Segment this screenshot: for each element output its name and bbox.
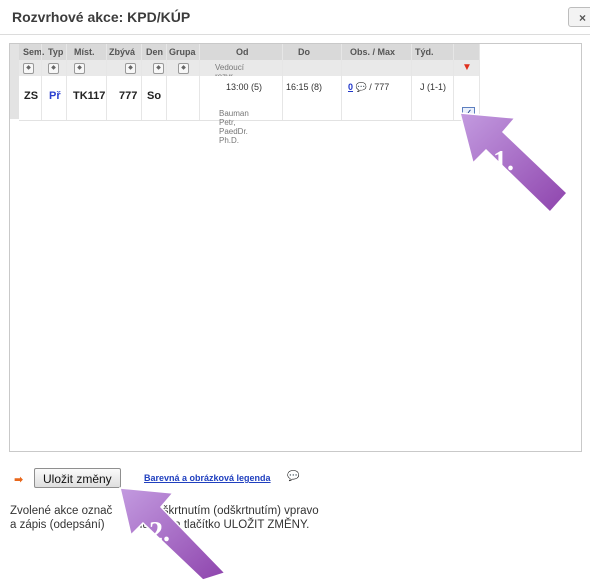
col-divider [166, 44, 167, 120]
legend-link[interactable]: Barevná a obrázková legenda [144, 473, 271, 483]
cell-zbyva: 777 [119, 90, 138, 102]
sort-mist-icon[interactable]: ◆ [74, 63, 85, 74]
enrolled-count-link[interactable]: 0 [348, 82, 353, 92]
table-header-row: Sem. Typ Míst. Zbývá Den Grupa Od Do Obs… [19, 44, 479, 60]
cell-od: 13:00 (5) [226, 82, 263, 92]
col-divider [66, 44, 67, 120]
close-button[interactable]: × [568, 7, 590, 27]
col-divider [341, 44, 342, 120]
header-od: Od [236, 47, 249, 57]
col-divider [453, 44, 454, 120]
sort-den-icon[interactable]: ◆ [153, 63, 164, 74]
sort-row [19, 60, 479, 76]
cell-do: 16:15 (8) [286, 82, 323, 92]
header-tyd: Týd. [415, 47, 434, 57]
callout-2-label: 2. [149, 517, 170, 548]
select-all-arrow-icon[interactable]: ▼ [462, 62, 472, 73]
header-mist: Míst. [74, 47, 95, 57]
header-grupa: Grupa [169, 47, 196, 57]
col-divider [106, 44, 107, 120]
dialog-title: Rozvrhové akce: KPD/KÚP [12, 9, 191, 25]
col-divider [41, 44, 42, 120]
callout-1-label: 1. [493, 146, 514, 177]
cell-obs-max: 0 💬 / 777 [348, 82, 389, 93]
cell-typ: Př [49, 90, 61, 102]
sort-sem-icon[interactable]: ◆ [23, 63, 34, 74]
save-changes-button[interactable]: Uložit změny [34, 468, 121, 488]
comment-bubble-icon[interactable]: 💬 [356, 82, 367, 92]
header-typ: Typ [48, 47, 64, 57]
header-do: Do [298, 47, 310, 57]
sort-zbyva-icon[interactable]: ◆ [125, 63, 136, 74]
col-divider [199, 44, 200, 120]
callout-arrow-1: 1. [459, 112, 569, 214]
sort-grupa-icon[interactable]: ◆ [178, 63, 189, 74]
cell-den: So [147, 90, 162, 102]
callout-arrow-2: 2. [119, 487, 227, 580]
header-obs-max: Obs. / Max [350, 47, 396, 57]
legend-bubble-icon: 💬 [287, 471, 300, 482]
header-zbyva: Zbývá [109, 47, 136, 57]
col-divider [141, 44, 142, 120]
pointer-arrow-icon: ➡ [14, 474, 24, 486]
table-row: ZS Př TK117 777 So 13:00 (5) 16:15 (8) 0… [19, 76, 479, 121]
cell-mist: TK117 [73, 90, 106, 102]
row-marker-strip [10, 44, 19, 119]
header-den: Den [146, 47, 164, 57]
sort-typ-icon[interactable]: ◆ [48, 63, 59, 74]
teacher-name: Bauman Petr, PaedDr. Ph.D. [219, 109, 249, 145]
cell-sem: ZS [24, 90, 39, 102]
dialog-titlebar: Rozvrhové akce: KPD/KÚP × [0, 0, 590, 35]
col-divider [282, 44, 283, 120]
capacity-value: / 777 [369, 82, 390, 92]
schedule-panel: Sem. Typ Míst. Zbývá Den Grupa Od Do Obs… [9, 43, 582, 452]
col-divider [411, 44, 412, 120]
cell-tyd: J (1-1) [420, 82, 447, 92]
